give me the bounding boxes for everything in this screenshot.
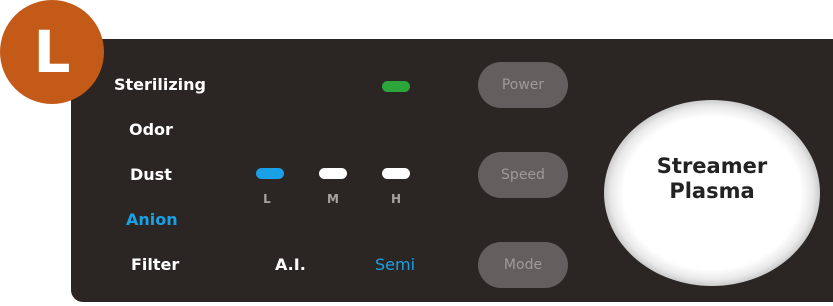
- streamer-plasma-button[interactable]: Streamer Plasma: [604, 100, 820, 286]
- streamer-plasma-label: Streamer Plasma: [604, 154, 820, 204]
- speed-low-led-icon: [256, 168, 284, 179]
- model-badge: L: [0, 0, 104, 104]
- indicator-odor: Odor: [129, 120, 173, 139]
- speed-low-label: L: [263, 192, 271, 206]
- mode-ai-label: A.I.: [275, 255, 306, 274]
- power-button[interactable]: Power: [478, 62, 568, 108]
- speed-medium-label: M: [327, 192, 339, 206]
- plasma-line-1: Streamer: [656, 154, 768, 178]
- indicator-anion: Anion: [126, 210, 178, 229]
- indicator-sterilizing: Sterilizing: [114, 75, 207, 94]
- indicator-dust: Dust: [130, 165, 172, 184]
- speed-medium-led-icon: [319, 168, 347, 179]
- speed-button[interactable]: Speed: [478, 152, 568, 198]
- mode-semi-label: Semi: [375, 255, 416, 274]
- speed-high-led-icon: [382, 168, 410, 179]
- mode-button[interactable]: Mode: [478, 242, 568, 288]
- model-badge-letter: L: [33, 18, 71, 86]
- speed-high-label: H: [390, 192, 402, 206]
- indicator-filter: Filter: [131, 255, 180, 274]
- plasma-line-2: Plasma: [669, 179, 755, 203]
- power-led-icon: [382, 81, 410, 92]
